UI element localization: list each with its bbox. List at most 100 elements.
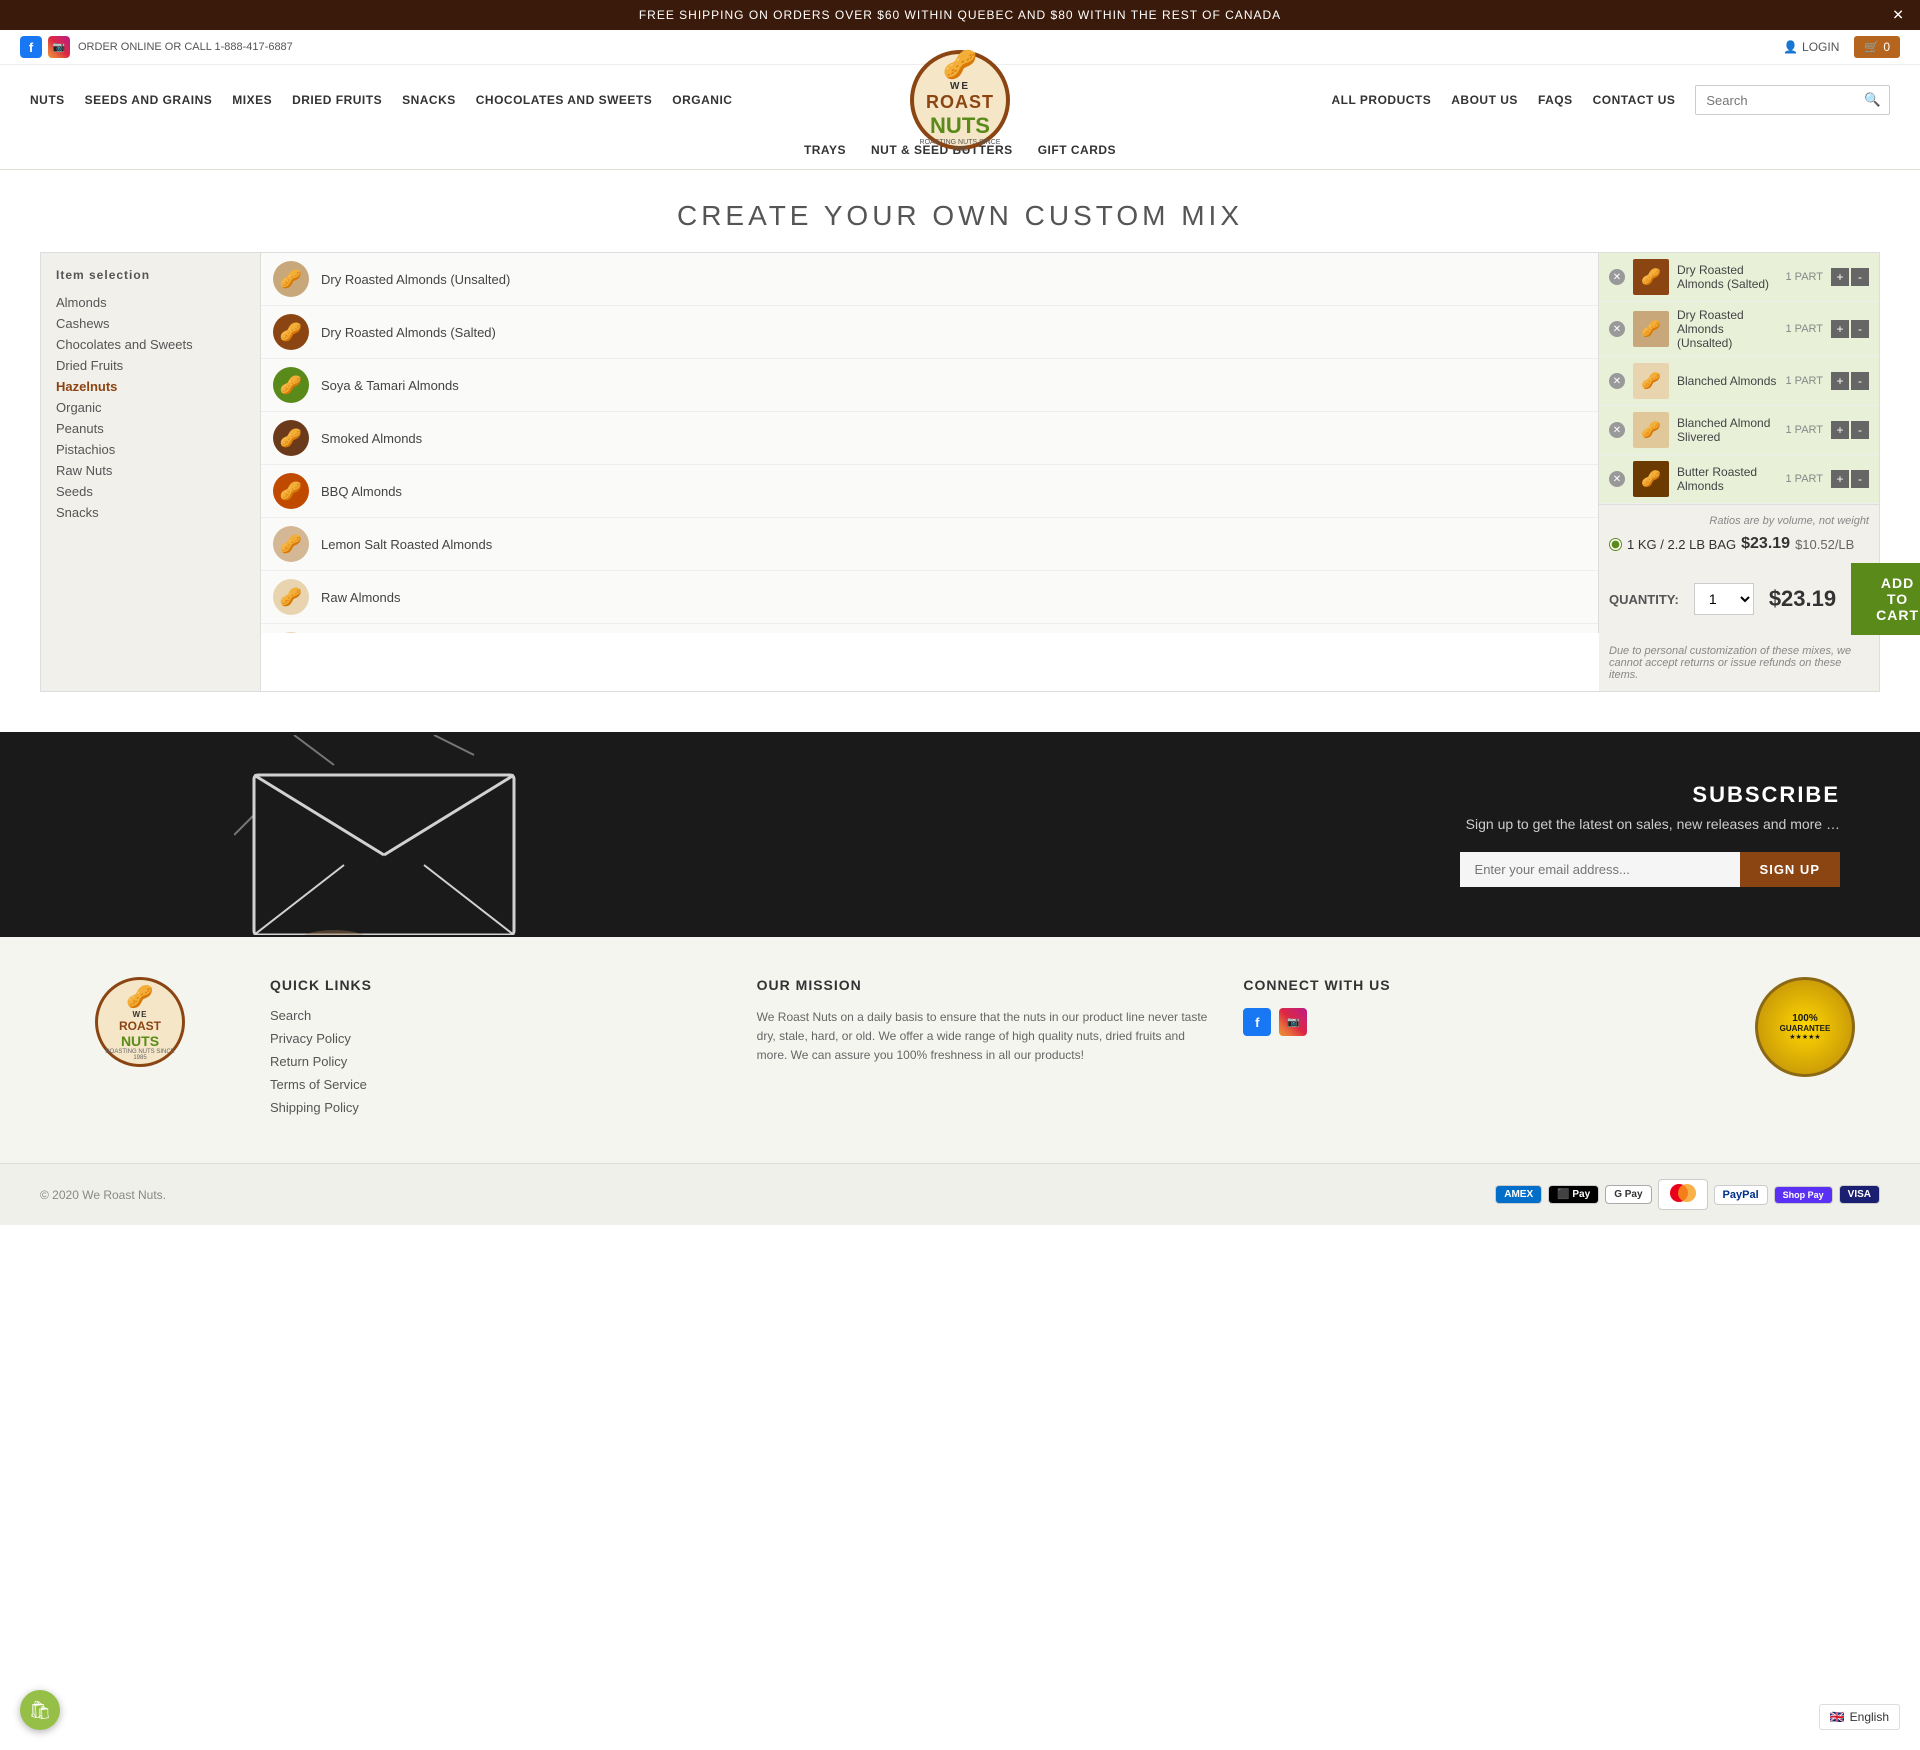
list-item[interactable]: 🥜 Dry Roasted Almonds (Unsalted) [261, 253, 1598, 306]
list-item[interactable]: 🥜 Raw Almonds [261, 571, 1598, 624]
subscribe-content: SUBSCRIBE Sign up to get the latest on s… [1460, 782, 1840, 887]
envelope-illustration [0, 732, 768, 937]
quantity-select[interactable]: 1 2 3 4 5 [1694, 583, 1754, 615]
cat-item-peanuts[interactable]: Peanuts [56, 418, 245, 439]
part-controls: + - [1831, 268, 1869, 286]
increment-part-button[interactable]: + [1831, 421, 1849, 439]
mission-text: We Roast Nuts on a daily basis to ensure… [757, 1008, 1214, 1066]
payment-amex: AMEX [1495, 1185, 1542, 1204]
increment-part-button[interactable]: + [1831, 268, 1849, 286]
email-input[interactable] [1460, 852, 1740, 887]
decrement-part-button[interactable]: - [1851, 421, 1869, 439]
nav-item-seeds[interactable]: SEEDS AND GRAINS [85, 93, 213, 107]
nav-item-all-products[interactable]: ALL PRODUCTS [1331, 93, 1431, 107]
subscribe-title: SUBSCRIBE [1460, 782, 1840, 808]
list-item[interactable]: 🥜 Blanched Almonds [261, 624, 1598, 633]
category-panel: Item selection Almonds Cashews Chocolate… [41, 253, 261, 691]
cat-item-pistachios[interactable]: Pistachios [56, 439, 245, 460]
list-item[interactable]: 🥜 Smoked Almonds [261, 412, 1598, 465]
cart-button[interactable]: 🛒 0 [1854, 36, 1900, 58]
subscribe-subtitle: Sign up to get the latest on sales, new … [1460, 816, 1840, 832]
decrement-part-button[interactable]: - [1851, 268, 1869, 286]
remove-item-button[interactable]: ✕ [1609, 269, 1625, 285]
sign-up-button[interactable]: SIGN UP [1740, 852, 1840, 887]
nav-item-nuts[interactable]: NUTS [30, 93, 65, 107]
list-item[interactable]: 🥜 BBQ Almonds [261, 465, 1598, 518]
footer-link-search[interactable]: Search [270, 1008, 727, 1023]
footer-link-terms[interactable]: Terms of Service [270, 1077, 727, 1092]
footer-link-privacy[interactable]: Privacy Policy [270, 1031, 727, 1046]
nav-item-dried-fruits[interactable]: DRIED FRUITS [292, 93, 382, 107]
order-text: ORDER ONLINE OR CALL 1-888-417-6887 [78, 41, 293, 53]
nav-item-chocolates[interactable]: CHOCOLATES AND SWEETS [476, 93, 653, 107]
remove-item-button[interactable]: ✕ [1609, 471, 1625, 487]
nav-item-faqs[interactable]: FAQS [1538, 93, 1573, 107]
panel-title: Item selection [56, 268, 245, 282]
selected-thumbnail: 🥜 [1633, 412, 1669, 448]
increment-part-button[interactable]: + [1831, 372, 1849, 390]
shopify-badge[interactable]: 🛍 [20, 1690, 60, 1730]
remove-item-button[interactable]: ✕ [1609, 321, 1625, 337]
copyright-text: © 2020 We Roast Nuts. [40, 1188, 166, 1202]
cat-item-seeds[interactable]: Seeds [56, 481, 245, 502]
footer-logo-circle[interactable]: 🥜 WE ROAST NUTS ROASTING NUTS SINCE 1985 [95, 977, 185, 1067]
close-banner-button[interactable]: ✕ [1892, 7, 1905, 24]
remove-item-button[interactable]: ✕ [1609, 422, 1625, 438]
cat-item-hazelnuts[interactable]: Hazelnuts [56, 376, 245, 397]
weight-label: 1 KG / 2.2 LB BAG [1627, 537, 1736, 552]
nav-item-gift-cards[interactable]: GIFT CARDS [1038, 143, 1116, 157]
cat-item-organic[interactable]: Organic [56, 397, 245, 418]
cat-item-raw-nuts[interactable]: Raw Nuts [56, 460, 245, 481]
item-name: Dry Roasted Almonds (Salted) [321, 325, 496, 340]
decrement-part-button[interactable]: - [1851, 320, 1869, 338]
decrement-part-button[interactable]: - [1851, 470, 1869, 488]
nav-item-mixes[interactable]: MIXES [232, 93, 272, 107]
add-to-cart-button[interactable]: ADD TO CART [1851, 563, 1920, 635]
increment-part-button[interactable]: + [1831, 470, 1849, 488]
list-item[interactable]: 🥜 Lemon Salt Roasted Almonds [261, 518, 1598, 571]
cat-item-chocolates[interactable]: Chocolates and Sweets [56, 334, 245, 355]
footer-link-return[interactable]: Return Policy [270, 1054, 727, 1069]
cat-item-snacks[interactable]: Snacks [56, 502, 245, 523]
cat-item-cashews[interactable]: Cashews [56, 313, 245, 334]
footer-instagram-icon[interactable]: 📷 [1279, 1008, 1307, 1036]
search-icon: 🔍 [1864, 92, 1881, 107]
item-thumbnail: 🥜 [273, 261, 309, 297]
mission-section: OUR MISSION We Roast Nuts on a daily bas… [757, 977, 1214, 1123]
part-controls: + - [1831, 470, 1869, 488]
decrement-part-button[interactable]: - [1851, 372, 1869, 390]
footer-link-shipping[interactable]: Shipping Policy [270, 1100, 727, 1115]
instagram-icon[interactable]: 📷 [48, 36, 70, 58]
items-panel: 🥜 Dry Roasted Almonds (Unsalted) 🥜 Dry R… [261, 253, 1599, 633]
facebook-icon[interactable]: f [20, 36, 42, 58]
cat-item-dried-fruits[interactable]: Dried Fruits [56, 355, 245, 376]
logo[interactable]: 🥜 WE ROAST NUTS ROASTING NUTS SINCE 1985 [910, 50, 1010, 150]
item-name: Dry Roasted Almonds (Unsalted) [321, 272, 510, 287]
nav-item-contact-us[interactable]: CONTACT US [1593, 93, 1676, 107]
nav-item-trays[interactable]: TRAYS [804, 143, 846, 157]
weight-options: 1 KG / 2.2 LB BAG $23.19 $10.52/LB [1609, 535, 1869, 553]
cat-item-almonds[interactable]: Almonds [56, 292, 245, 313]
nav-left-items: NUTS SEEDS AND GRAINS MIXES DRIED FRUITS… [30, 93, 732, 107]
selected-thumbnail: 🥜 [1633, 259, 1669, 295]
item-name: Soya & Tamari Almonds [321, 378, 459, 393]
selected-panel: ✕ 🥜 Dry Roasted Almonds (Salted) 1 PART … [1599, 253, 1879, 691]
list-item[interactable]: 🥜 Dry Roasted Almonds (Salted) [261, 306, 1598, 359]
payment-visa: VISA [1839, 1185, 1880, 1204]
nav-item-organic[interactable]: ORGANIC [672, 93, 732, 107]
nav-item-snacks[interactable]: SNACKS [402, 93, 456, 107]
search-button[interactable]: 🔍 [1856, 86, 1889, 114]
language-selector[interactable]: 🇬🇧 English [1819, 1704, 1900, 1730]
nav-item-about-us[interactable]: ABOUT US [1451, 93, 1518, 107]
remove-item-button[interactable]: ✕ [1609, 373, 1625, 389]
login-button[interactable]: 👤 LOGIN [1783, 40, 1839, 54]
page-title-section: CREATE YOUR OWN CUSTOM MIX [0, 170, 1920, 252]
weight-radio-1kg[interactable] [1609, 538, 1622, 551]
search-input[interactable] [1696, 87, 1856, 114]
item-thumbnail: 🥜 [273, 473, 309, 509]
increment-part-button[interactable]: + [1831, 320, 1849, 338]
selected-thumbnail: 🥜 [1633, 363, 1669, 399]
footer-facebook-icon[interactable]: f [1243, 1008, 1271, 1036]
item-name: Raw Almonds [321, 590, 400, 605]
list-item[interactable]: 🥜 Soya & Tamari Almonds [261, 359, 1598, 412]
